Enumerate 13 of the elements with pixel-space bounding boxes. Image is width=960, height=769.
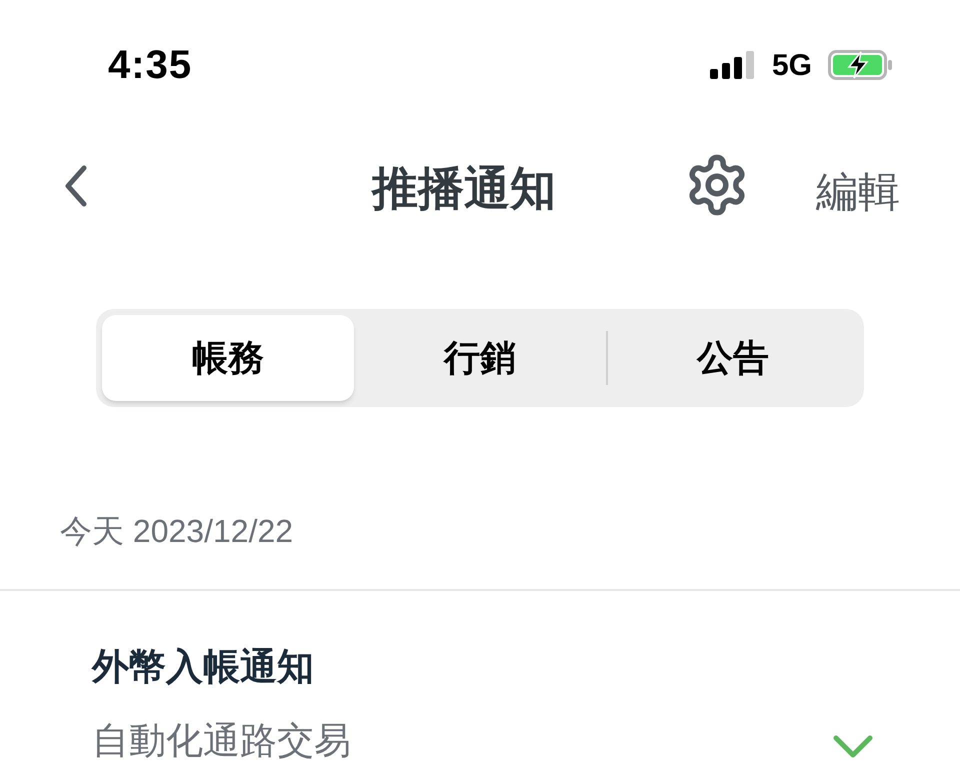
section-header: 今天 2023/12/22 bbox=[60, 513, 294, 549]
page-title: 推播通知 bbox=[372, 161, 556, 216]
notification-item[interactable]: 外幣入帳通知 自動化通路交易 bbox=[0, 591, 960, 769]
edit-button[interactable]: 編輯 bbox=[816, 160, 900, 223]
status-time: 4:35 bbox=[108, 42, 192, 89]
segment-tab[interactable]: 行銷 bbox=[354, 315, 606, 401]
segment-tab[interactable]: 帳務 bbox=[102, 315, 354, 401]
notification-title: 外幣入帳通知 bbox=[92, 645, 315, 689]
signal-icon bbox=[710, 51, 756, 79]
battery-charging-icon bbox=[828, 50, 894, 80]
notification-subtitle: 自動化通路交易 bbox=[92, 719, 352, 763]
segment-tab[interactable]: 公告 bbox=[608, 315, 858, 401]
network-label: 5G bbox=[772, 48, 812, 84]
